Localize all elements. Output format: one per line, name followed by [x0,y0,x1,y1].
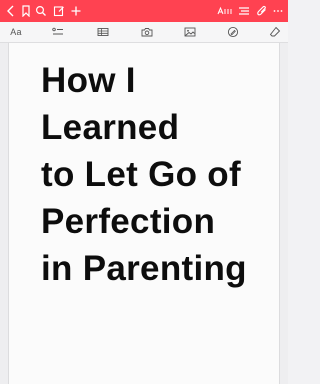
note-title[interactable]: How I Learned to Let Go of Perfection in… [41,57,271,292]
note-page[interactable]: How I Learned to Let Go of Perfection in… [8,43,280,384]
font-format-button[interactable]: Aa [8,24,24,40]
checklist-icon[interactable] [51,24,65,40]
pen-icon[interactable] [226,24,240,40]
title-line: Perfection [41,202,216,241]
eraser-icon[interactable] [268,24,282,40]
more-icon[interactable] [270,3,286,19]
title-line: How I [41,61,136,100]
editor-area: How I Learned to Let Go of Perfection in… [0,43,288,384]
back-icon[interactable] [3,3,19,19]
camera-icon[interactable] [140,24,154,40]
font-format-label: Aa [10,27,22,37]
table-icon[interactable] [96,24,110,40]
edit-icon[interactable] [51,3,67,19]
image-icon[interactable] [183,24,197,40]
text-style-icon[interactable] [216,3,234,19]
add-icon[interactable] [68,3,84,19]
format-toolbar: Aa [0,22,288,43]
title-line: to Let Go of [41,155,241,194]
title-line: Learned [41,108,180,147]
bookmark-icon[interactable] [18,3,34,19]
top-bar [0,0,288,22]
attachment-icon[interactable] [254,3,270,19]
title-line: in Parenting [41,249,247,288]
search-icon[interactable] [33,3,49,19]
list-icon[interactable] [236,3,252,19]
